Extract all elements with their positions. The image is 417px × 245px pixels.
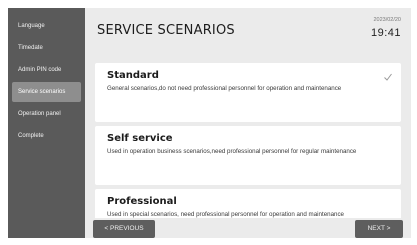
sidebar-item-admin-pin-code[interactable]: Admin PIN code: [12, 60, 81, 80]
scenario-description: Used in operation business scenarios,nee…: [107, 148, 357, 155]
scenario-list-viewport[interactable]: SERVICE SCENARIOS 2023/02/20 19:41 Stand…: [85, 8, 411, 218]
sidebar-item-timedate[interactable]: Timedate: [12, 38, 81, 58]
scenario-card-self-service[interactable]: Self service Used in operation business …: [95, 126, 401, 185]
main-panel: SERVICE SCENARIOS 2023/02/20 19:41 Stand…: [85, 8, 411, 238]
sidebar-item-service-scenarios[interactable]: Service scenarios: [12, 82, 81, 102]
sidebar-item-operation-panel[interactable]: Operation panel: [12, 104, 81, 124]
setup-wizard-screen: Language Timedate Admin PIN code Service…: [0, 0, 417, 245]
sidebar-item-complete[interactable]: Complete: [12, 126, 81, 146]
scenario-description: Used in special scenarios, need professi…: [107, 211, 344, 218]
previous-button[interactable]: < PREVIOUS: [93, 220, 155, 238]
scenario-title: Standard: [107, 70, 159, 81]
sidebar-item-language[interactable]: Language: [12, 16, 81, 36]
date-display: 2023/02/20: [373, 17, 401, 23]
scenario-description: General scenarios,do not need profession…: [107, 85, 342, 92]
scenario-title: Professional: [107, 196, 177, 207]
time-display: 19:41: [370, 27, 401, 39]
scenario-card-standard[interactable]: Standard General scenarios,do not need p…: [95, 63, 401, 122]
setup-sidebar: Language Timedate Admin PIN code Service…: [8, 8, 85, 238]
checkmark-icon: [384, 73, 392, 81]
next-button[interactable]: NEXT >: [355, 220, 403, 238]
wizard-footer: < PREVIOUS NEXT >: [85, 218, 411, 238]
page-title: SERVICE SCENARIOS: [97, 23, 235, 38]
scenario-title: Self service: [107, 133, 173, 144]
scenario-card-professional[interactable]: Professional Used in special scenarios, …: [95, 189, 401, 218]
